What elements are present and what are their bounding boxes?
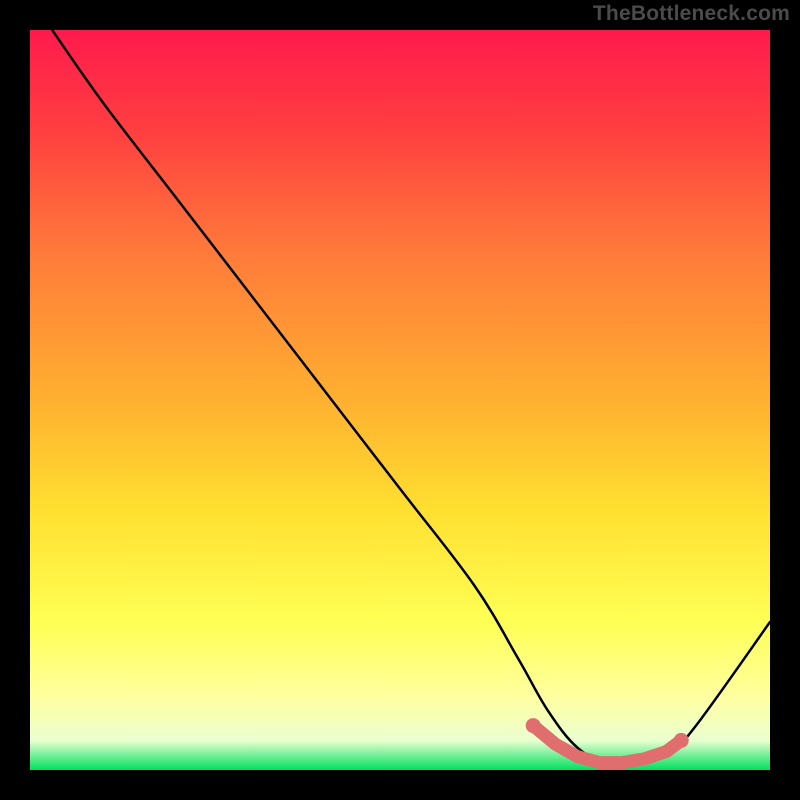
watermark-text: TheBottleneck.com	[593, 2, 790, 26]
optimal-range-end-dot	[674, 733, 689, 748]
chart-svg	[30, 30, 770, 770]
optimal-range-start-dot	[526, 718, 541, 733]
chart-stage: TheBottleneck.com	[0, 0, 800, 800]
gradient-background	[30, 30, 770, 770]
